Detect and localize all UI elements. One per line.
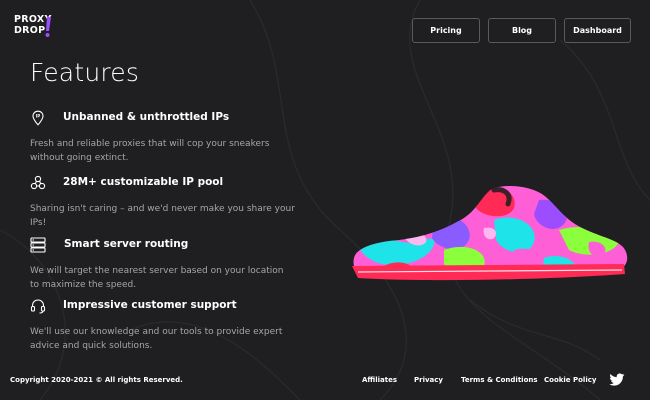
proxydrop-logo[interactable]: PROXY DROP xyxy=(14,14,54,44)
top-navigation: Pricing Blog Dashboard xyxy=(412,18,631,43)
sneaker-illustration xyxy=(352,186,628,281)
feature-description: Fresh and reliable proxies that will cop… xyxy=(30,139,270,163)
server-icon xyxy=(30,237,46,253)
location-pin-icon: IP xyxy=(32,110,44,126)
feature-description: Sharing isn't caring – and we'd never ma… xyxy=(30,204,295,228)
feature-description: We'll use our knowledge and our tools to… xyxy=(30,327,283,351)
terms-link[interactable]: Terms & Conditions xyxy=(461,376,538,384)
blog-button[interactable]: Blog xyxy=(488,18,556,43)
twitter-icon[interactable] xyxy=(609,373,625,387)
page-title: Features xyxy=(30,58,140,87)
feature-heading: Impressive customer support xyxy=(63,299,237,311)
pricing-button[interactable]: Pricing xyxy=(412,18,480,43)
headset-icon xyxy=(30,299,46,314)
feature-heading: Unbanned & unthrottled IPs xyxy=(63,111,230,123)
dashboard-button[interactable]: Dashboard xyxy=(564,18,631,43)
cookie-policy-link[interactable]: Cookie Policy xyxy=(544,376,596,384)
svg-text:IP: IP xyxy=(36,114,40,119)
logo-text-line2: DROP xyxy=(14,25,46,36)
feature-heading: Smart server routing xyxy=(64,238,189,250)
feature-description: We will target the nearest server based … xyxy=(30,266,284,290)
network-nodes-icon xyxy=(30,175,46,190)
copyright-text: Copyright 2020-2021 © All rights Reserve… xyxy=(10,376,183,384)
affiliates-link[interactable]: Affiliates xyxy=(362,376,397,384)
logo-accent-mark xyxy=(45,17,51,37)
privacy-link[interactable]: Privacy xyxy=(414,376,443,384)
feature-heading: 28M+ customizable IP pool xyxy=(63,176,224,188)
